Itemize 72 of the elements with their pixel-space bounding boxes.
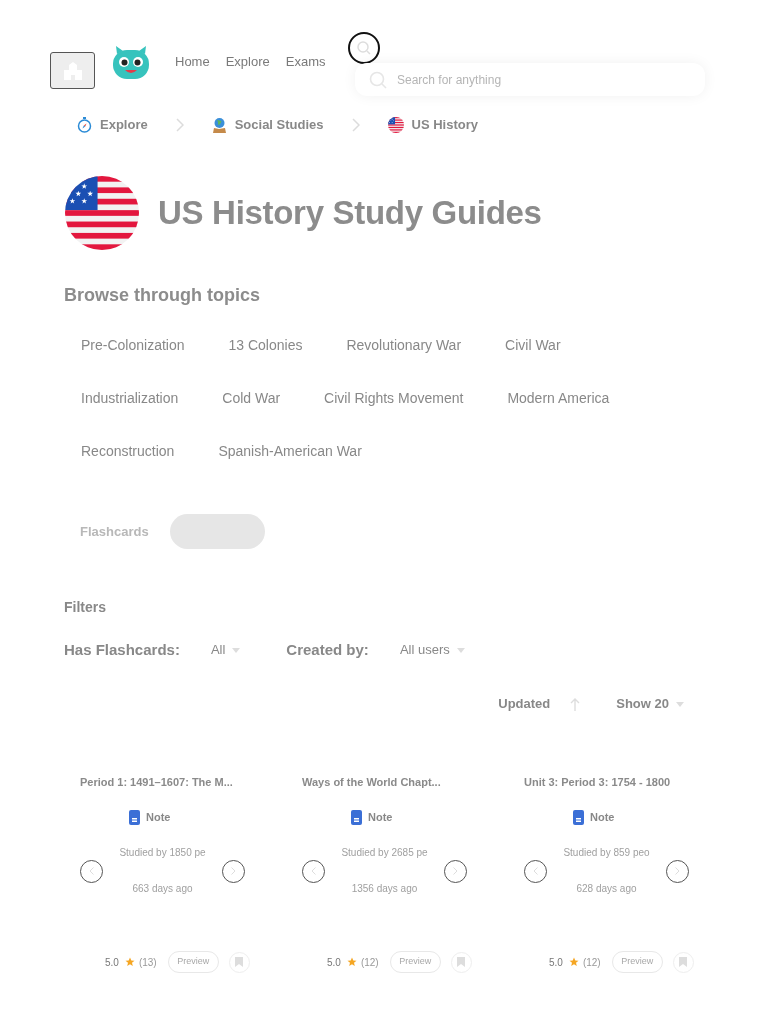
search-icon <box>348 32 380 64</box>
topic-link[interactable]: Reconstruction <box>65 425 191 478</box>
studied-count: Studied by 2685 pe <box>341 847 428 859</box>
filter-dropdown[interactable]: All <box>210 640 241 660</box>
filter-label: Created by: <box>286 639 369 660</box>
studied-count: Studied by 1850 pe <box>119 847 206 859</box>
rating-count: (13) <box>138 955 157 970</box>
caret-down-icon <box>232 647 241 653</box>
card-title[interactable]: Unit 3: Period 3: 1754 - 1800 <box>524 775 671 789</box>
bookmark-icon <box>235 957 244 967</box>
bookmark-icon <box>457 957 466 967</box>
topic-link[interactable]: Cold War <box>206 372 297 425</box>
chevron-right-icon <box>175 118 184 132</box>
updated-time: 1356 days ago <box>351 883 418 895</box>
rating-value: 5.0 <box>105 955 119 970</box>
section-heading: Browse through topics <box>64 284 260 306</box>
breadcrumb-link[interactable]: Social Studies <box>234 115 324 135</box>
chevron-left-icon <box>89 867 94 875</box>
type-label: Note <box>590 809 615 825</box>
document-icon <box>351 809 362 825</box>
rating-count: (12) <box>582 955 601 970</box>
studied-count: Studied by 859 peo <box>563 847 650 859</box>
rating-count: (12) <box>360 955 379 970</box>
topic-link[interactable]: Civil Rights Movement <box>308 372 480 425</box>
chevron-left-icon <box>311 867 316 875</box>
chevron-right-icon <box>453 867 458 875</box>
bookmark-icon <box>679 957 688 967</box>
filters-heading: Filters <box>64 598 106 617</box>
topic-link[interactable]: Industrialization <box>65 372 195 425</box>
star-icon <box>568 957 579 967</box>
card-title[interactable]: Period 1: 1491–1607: The M... <box>80 775 233 789</box>
star-icon <box>346 957 357 967</box>
page-title: US History Study Guides <box>158 193 542 233</box>
breadcrumb-link[interactable]: US History <box>411 115 479 135</box>
topic-link[interactable]: Spanish-American War <box>202 425 378 478</box>
arrow-up-icon <box>570 697 581 711</box>
nav-link[interactable]: Home <box>175 54 210 70</box>
compass-icon <box>77 117 92 133</box>
card-title[interactable]: Ways of the World Chapt... <box>302 775 441 789</box>
chevron-right-icon <box>231 867 236 875</box>
updated-time: 628 days ago <box>576 883 637 895</box>
sort-button[interactable]: Updated <box>498 694 581 714</box>
tab[interactable]: Flashcards <box>64 514 165 549</box>
chevron-left-icon <box>533 867 538 875</box>
globe-icon <box>211 117 227 133</box>
us-flag-icon <box>387 117 404 133</box>
search-field[interactable]: Search for anything <box>355 63 705 96</box>
caret-down-icon <box>456 647 465 653</box>
topic-link[interactable]: 13 Colonies <box>212 319 319 372</box>
topic-link[interactable]: Revolutionary War <box>330 319 478 372</box>
nav-link[interactable]: Exams <box>285 54 326 70</box>
page-size-dropdown[interactable]: Show 20 <box>616 694 684 714</box>
document-icon <box>573 809 584 825</box>
updated-time: 663 days ago <box>132 883 193 895</box>
rating-value: 5.0 <box>549 955 563 970</box>
type-label: Note <box>368 809 393 825</box>
filter-label: Has Flashcards: <box>64 639 180 660</box>
topic-link[interactable]: Modern America <box>491 372 626 425</box>
document-icon <box>129 809 140 825</box>
caret-down-icon <box>676 701 684 707</box>
type-label: Note <box>146 809 171 825</box>
rating-value: 5.0 <box>327 955 341 970</box>
topic-link[interactable]: Pre-Colonization <box>65 319 201 372</box>
search-icon <box>369 71 387 89</box>
filter-dropdown[interactable]: All users <box>399 640 465 660</box>
star-icon <box>124 957 135 967</box>
nav-link[interactable]: Explore <box>225 54 270 70</box>
chevron-right-icon <box>351 118 360 132</box>
topic-link[interactable]: Civil War <box>489 319 577 372</box>
chevron-right-icon <box>675 867 680 875</box>
breadcrumb-link[interactable]: Explore <box>100 115 148 135</box>
mascot-logo-icon <box>112 45 150 80</box>
